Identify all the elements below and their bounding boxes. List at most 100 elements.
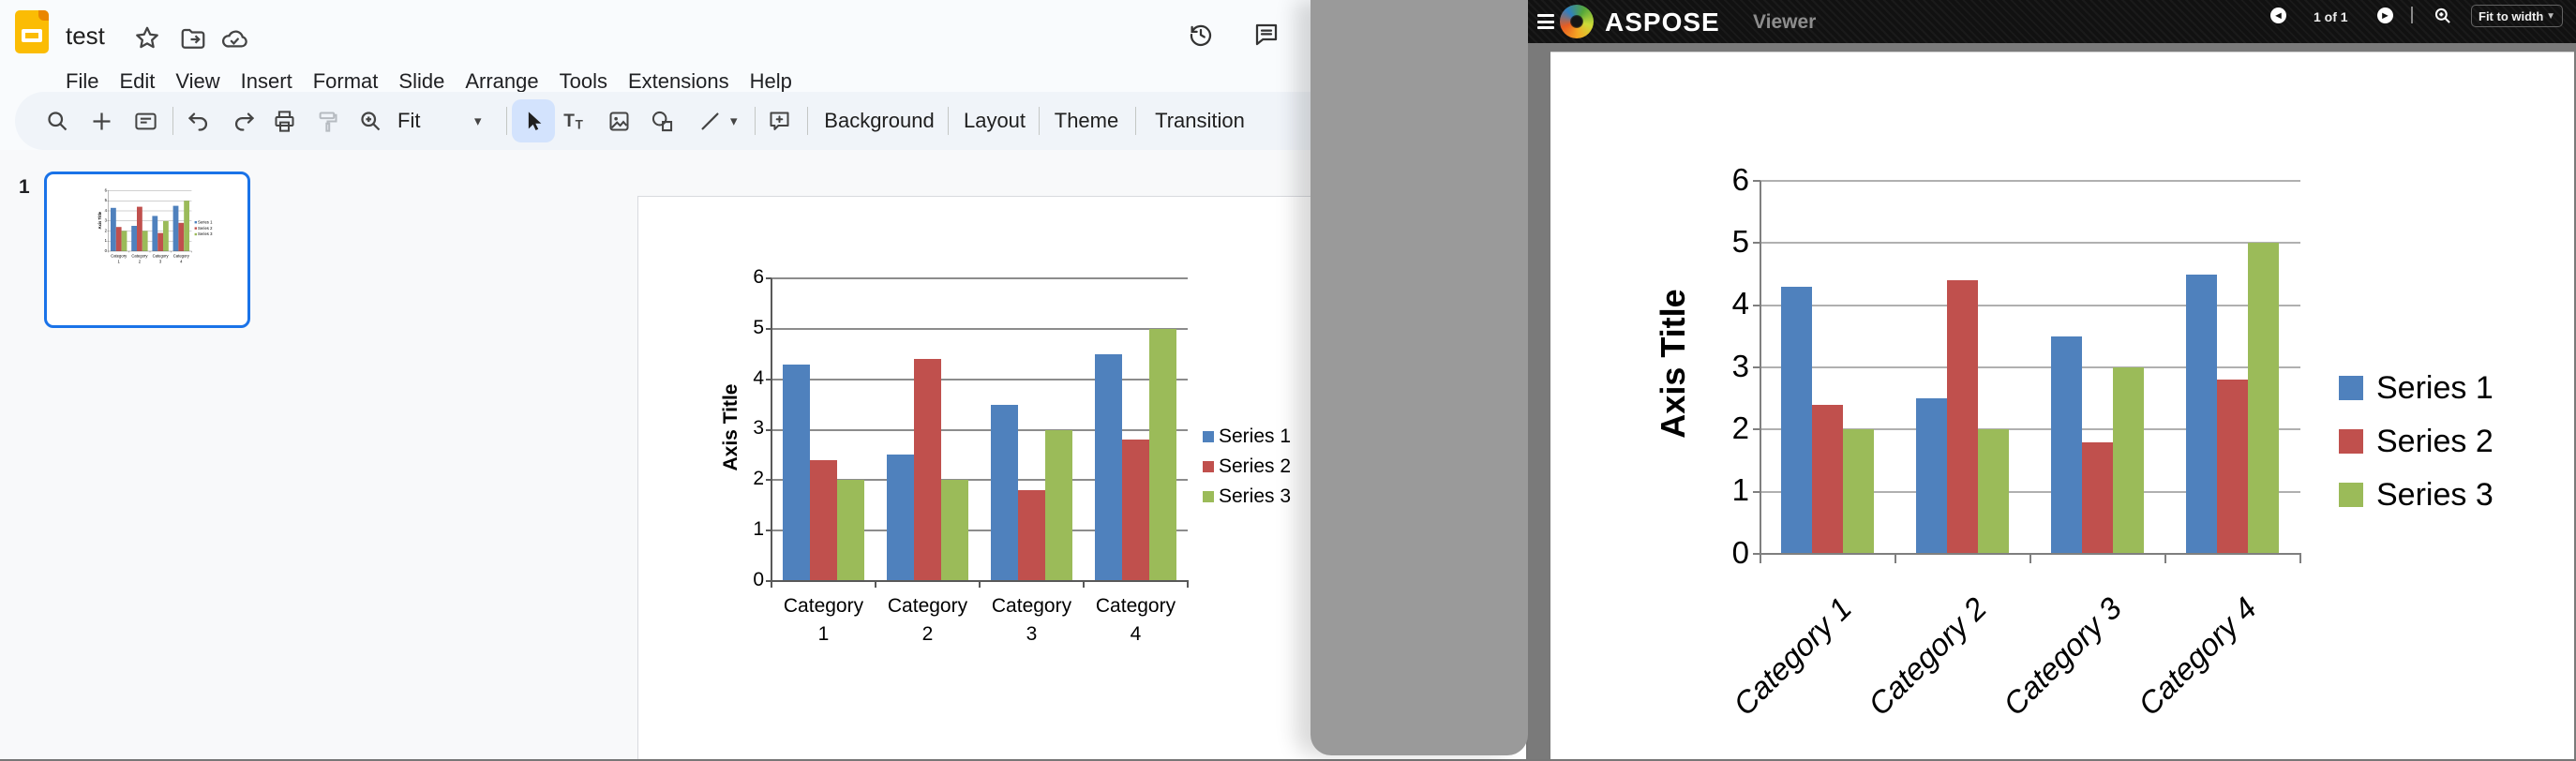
bar-series-2	[2217, 380, 2248, 554]
bar-series-3	[184, 201, 189, 251]
legend-item: Series 2	[195, 226, 213, 231]
bar-series-3	[837, 480, 864, 581]
y-axis-line	[771, 278, 772, 582]
mini-chart-clone[interactable]: 0123456Category1Category2Category3Catego…	[98, 186, 218, 268]
x-axis-tick	[875, 581, 876, 588]
slide-thumbnail[interactable]: 0123456Category1Category2Category3Catego…	[44, 172, 250, 328]
bar-series-1	[2186, 275, 2217, 555]
legend-item: Series 2	[2339, 424, 2494, 460]
bar-series-1	[1781, 287, 1812, 554]
y-tick-label: 0	[708, 569, 764, 591]
legend-swatch	[195, 221, 197, 223]
legend-swatch	[2339, 429, 2363, 454]
legend-swatch	[1203, 491, 1214, 502]
x-axis-tick	[1187, 581, 1189, 588]
y-tick-label: 1	[96, 239, 107, 244]
thumbnail-mini-chart: 0123456Category1Category2Category3Catego…	[98, 186, 215, 266]
embedded-bar-chart[interactable]: 0123456Category1Category2Category3Catego…	[722, 253, 1322, 665]
bar-series-2	[914, 359, 941, 581]
bar-series-2	[1018, 490, 1045, 581]
aspose-viewer-window: ASPOSE Viewer ◄ 1 of 1 ► Fit to width ▼ …	[1528, 0, 2576, 759]
bar-series-3	[122, 231, 127, 251]
legend-label: Series 2	[1219, 455, 1291, 478]
x-axis-tick	[1895, 554, 1896, 563]
legend-swatch	[195, 233, 197, 235]
y-tick-label: 1	[708, 518, 764, 541]
bar-series-1	[1916, 398, 1947, 554]
bar-series-1	[887, 455, 914, 581]
y-tick-label: 1	[1693, 472, 1749, 508]
gridline	[771, 277, 1188, 279]
bar-series-3	[142, 231, 148, 251]
gridline	[771, 379, 1188, 380]
bar-series-1	[1095, 354, 1122, 581]
x-axis-tick	[2299, 554, 2301, 563]
gridline	[1760, 242, 2300, 244]
bar-series-1	[2051, 336, 2082, 554]
x-axis-tick	[2029, 554, 2031, 563]
y-tick-label: 3	[1693, 349, 1749, 384]
legend-item: Series 3	[195, 232, 213, 237]
bar-series-3	[2248, 243, 2279, 554]
bar-series-3	[1149, 329, 1176, 581]
y-tick-label: 2	[1693, 410, 1749, 446]
y-tick-label: 6	[96, 188, 107, 193]
bar-series-2	[1122, 440, 1149, 581]
slide-number: 1	[19, 176, 30, 199]
legend-label: Series 1	[2376, 370, 2494, 407]
category-label: Category4	[1071, 592, 1202, 649]
bar-series-2	[1947, 280, 1978, 554]
gridline	[771, 429, 1188, 431]
x-axis-tick	[2164, 554, 2166, 563]
bar-series-3	[1045, 430, 1072, 582]
legend-item: Series 1	[2339, 370, 2494, 407]
legend-swatch	[1203, 461, 1214, 472]
y-axis-line	[1760, 181, 1761, 555]
bar-series-2	[1812, 405, 1843, 554]
legend-label: Series 2	[2376, 424, 2494, 460]
gridline	[1760, 305, 2300, 306]
legend-item: Series 3	[1203, 485, 1291, 508]
gridline	[771, 328, 1188, 330]
legend-label: Series 1	[1219, 425, 1291, 448]
legend-label: Series 3	[198, 232, 212, 237]
x-axis-tick	[771, 581, 772, 588]
legend-item: Series 1	[195, 220, 213, 225]
legend-label: Series 1	[198, 220, 212, 225]
x-axis-tick	[979, 581, 981, 588]
bar-series-3	[941, 480, 968, 581]
legend-swatch	[195, 227, 197, 229]
bar-series-1	[991, 405, 1018, 581]
axis-title: Axis Title	[1654, 270, 1693, 457]
window-gap-panel	[1310, 0, 1528, 755]
legend-label: Series 3	[1219, 485, 1291, 508]
gridline	[1760, 180, 2300, 182]
legend-item: Series 3	[2339, 477, 2494, 514]
legend-item: Series 1	[1203, 425, 1291, 448]
category-label: Category4	[168, 253, 194, 264]
y-tick-label: 5	[1693, 224, 1749, 260]
y-tick-label: 6	[1693, 162, 1749, 198]
legend-label: Series 2	[198, 226, 212, 231]
axis-title: Axis Title	[720, 334, 742, 521]
legend-swatch	[2339, 483, 2363, 507]
google-slides-window: test FileEditViewInsertFormatSlideArrang…	[0, 0, 1526, 759]
y-tick-label: 0	[1693, 535, 1749, 571]
bar-series-2	[810, 460, 837, 581]
legend-swatch	[2339, 376, 2363, 400]
axis-title: Axis Title	[98, 201, 103, 239]
bar-series-1	[783, 365, 810, 581]
bar-series-3	[1978, 429, 2009, 554]
x-axis-tick	[1083, 581, 1085, 588]
x-axis-tick	[1760, 554, 1761, 563]
legend-label: Series 3	[2376, 477, 2494, 514]
bar-series-3	[2113, 367, 2144, 554]
legend-item: Series 2	[1203, 455, 1291, 478]
legend-swatch	[1203, 431, 1214, 442]
bar-series-2	[2082, 442, 2113, 554]
y-tick-label: 4	[1693, 286, 1749, 321]
bar-series-3	[163, 221, 169, 251]
gridline	[1760, 366, 2300, 368]
rendered-bar-chart: 0123456Category 1Category 2Category 3Cat…	[1528, 0, 2576, 759]
y-tick-label: 6	[708, 266, 764, 289]
